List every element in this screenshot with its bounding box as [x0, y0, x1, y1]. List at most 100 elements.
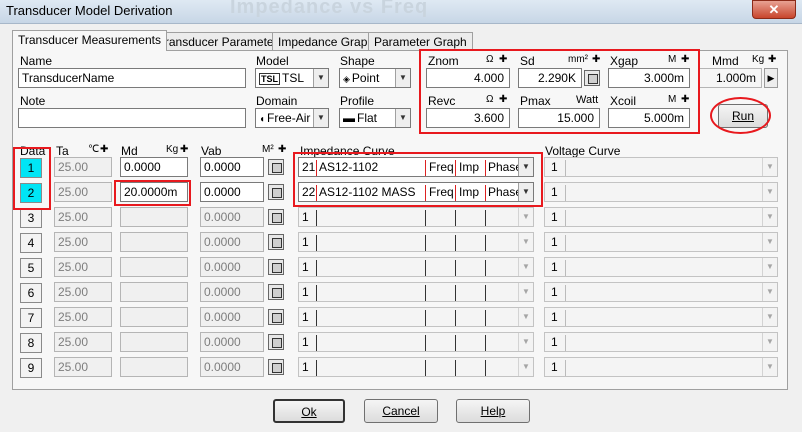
- row-select-button[interactable]: 6: [20, 283, 42, 303]
- calculator-icon[interactable]: [268, 309, 284, 325]
- chevron-down-icon[interactable]: ▼: [762, 358, 777, 376]
- chevron-down-icon[interactable]: ▼: [518, 283, 533, 301]
- impedance-curve-select[interactable]: 1 ▼: [298, 257, 534, 277]
- vab-input[interactable]: 0.0000: [200, 307, 264, 327]
- row-select-button[interactable]: 4: [20, 233, 42, 253]
- chevron-down-icon[interactable]: ▼: [762, 308, 777, 326]
- row-select-button[interactable]: 9: [20, 358, 42, 378]
- md-input[interactable]: [120, 307, 188, 327]
- impedance-curve-number: 1: [302, 235, 309, 249]
- voltage-curve-select[interactable]: 1 ▼: [544, 332, 778, 352]
- model-select[interactable]: TSL TSL ▼: [255, 68, 329, 88]
- impedance-curve-select[interactable]: 1 ▼: [298, 357, 534, 377]
- voltage-curve-number: 1: [551, 285, 558, 299]
- voltage-curve-select[interactable]: 1 ▼: [544, 257, 778, 277]
- annotation-box-data: [13, 147, 51, 210]
- md-input[interactable]: [120, 207, 188, 227]
- vab-input[interactable]: 0.0000: [200, 332, 264, 352]
- impedance-curve-select[interactable]: 1 ▼: [298, 207, 534, 227]
- voltage-curve-select[interactable]: 1 ▼: [544, 182, 778, 202]
- chevron-down-icon[interactable]: ▼: [518, 233, 533, 251]
- cancel-button[interactable]: Cancel: [364, 399, 438, 423]
- calculator-icon[interactable]: [268, 259, 284, 275]
- tab-transducer-measurements[interactable]: Transducer Measurements: [12, 30, 167, 51]
- chevron-down-icon[interactable]: ▼: [518, 308, 533, 326]
- chevron-down-icon[interactable]: ▼: [395, 69, 410, 87]
- chevron-down-icon[interactable]: ▼: [518, 333, 533, 351]
- calculator-icon[interactable]: [268, 159, 284, 175]
- voltage-curve-select[interactable]: 1 ▼: [544, 207, 778, 227]
- voltage-curve-select[interactable]: 1 ▼: [544, 307, 778, 327]
- ok-button[interactable]: Ok: [273, 399, 345, 423]
- chevron-down-icon[interactable]: ▼: [762, 233, 777, 251]
- calculator-icon[interactable]: [268, 334, 284, 350]
- voltage-curve-select[interactable]: 1 ▼: [544, 282, 778, 302]
- voltage-curve-select[interactable]: 1 ▼: [544, 157, 778, 177]
- domain-select[interactable]: ◖ Free-Air ▼: [255, 108, 329, 128]
- tab-parameter-graph[interactable]: Parameter Graph: [368, 32, 473, 50]
- chevron-down-icon[interactable]: ▼: [395, 109, 410, 127]
- md-input[interactable]: [120, 357, 188, 377]
- vab-input[interactable]: 0.0000: [200, 182, 264, 202]
- name-input[interactable]: TransducerName: [18, 68, 246, 88]
- md-unit: Kg: [166, 144, 179, 155]
- column-separator: [565, 185, 566, 201]
- calculator-icon[interactable]: [268, 284, 284, 300]
- chevron-down-icon[interactable]: ▼: [762, 183, 777, 201]
- calculator-icon[interactable]: [268, 209, 284, 225]
- calculator-icon[interactable]: [268, 234, 284, 250]
- md-input[interactable]: [120, 232, 188, 252]
- impedance-curve-select[interactable]: 1 ▼: [298, 232, 534, 252]
- md-input[interactable]: [120, 282, 188, 302]
- annotation-box-md: [114, 180, 191, 206]
- row-select-button[interactable]: 5: [20, 258, 42, 278]
- column-separator: [316, 260, 317, 276]
- vab-input[interactable]: 0.0000: [200, 257, 264, 277]
- chevron-down-icon[interactable]: ▼: [762, 208, 777, 226]
- slider-arrow-icon[interactable]: ▶: [764, 68, 778, 88]
- vab-input[interactable]: 0.0000: [200, 232, 264, 252]
- voltage-curve-select[interactable]: 1 ▼: [544, 357, 778, 377]
- profile-select[interactable]: ▬ Flat ▼: [339, 108, 411, 128]
- md-input[interactable]: [120, 257, 188, 277]
- pin-icon[interactable]: ✚: [278, 144, 286, 155]
- chevron-down-icon[interactable]: ▼: [762, 333, 777, 351]
- column-separator: [565, 260, 566, 276]
- impedance-curve-select[interactable]: 1 ▼: [298, 332, 534, 352]
- vab-input[interactable]: 0.0000: [200, 157, 264, 177]
- vab-input[interactable]: 0.0000: [200, 357, 264, 377]
- pin-icon[interactable]: ✚: [768, 54, 776, 65]
- column-separator: [425, 210, 426, 226]
- help-button[interactable]: Help: [456, 399, 530, 423]
- vab-input[interactable]: 0.0000: [200, 207, 264, 227]
- column-separator: [316, 285, 317, 301]
- impedance-curve-select[interactable]: 1 ▼: [298, 307, 534, 327]
- chevron-down-icon[interactable]: ▼: [518, 208, 533, 226]
- chevron-down-icon[interactable]: ▼: [518, 258, 533, 276]
- md-input[interactable]: 0.0000: [120, 157, 188, 177]
- row-select-button[interactable]: 7: [20, 308, 42, 328]
- tab-transducer-parameters[interactable]: Transducer Parameters: [152, 32, 290, 50]
- calculator-icon[interactable]: [268, 184, 284, 200]
- vab-input[interactable]: 0.0000: [200, 282, 264, 302]
- pin-icon[interactable]: ✚: [180, 144, 188, 155]
- chevron-down-icon[interactable]: ▼: [762, 258, 777, 276]
- chevron-down-icon[interactable]: ▼: [313, 109, 328, 127]
- impedance-curve-select[interactable]: 1 ▼: [298, 282, 534, 302]
- voltage-curve-number: 1: [551, 185, 558, 199]
- chevron-down-icon[interactable]: ▼: [518, 358, 533, 376]
- row-select-button[interactable]: 3: [20, 208, 42, 228]
- column-separator: [455, 335, 456, 351]
- note-input[interactable]: [18, 108, 246, 128]
- md-input[interactable]: [120, 332, 188, 352]
- row-select-button[interactable]: 8: [20, 333, 42, 353]
- close-button[interactable]: ✕: [752, 0, 796, 19]
- calculator-icon[interactable]: [268, 359, 284, 375]
- tab-impedance-graph[interactable]: Impedance Graph: [272, 32, 381, 50]
- shape-select[interactable]: ◈ Point ▼: [339, 68, 411, 88]
- pin-icon[interactable]: ✚: [100, 144, 108, 155]
- chevron-down-icon[interactable]: ▼: [762, 158, 777, 176]
- chevron-down-icon[interactable]: ▼: [762, 283, 777, 301]
- chevron-down-icon[interactable]: ▼: [313, 69, 328, 87]
- voltage-curve-select[interactable]: 1 ▼: [544, 232, 778, 252]
